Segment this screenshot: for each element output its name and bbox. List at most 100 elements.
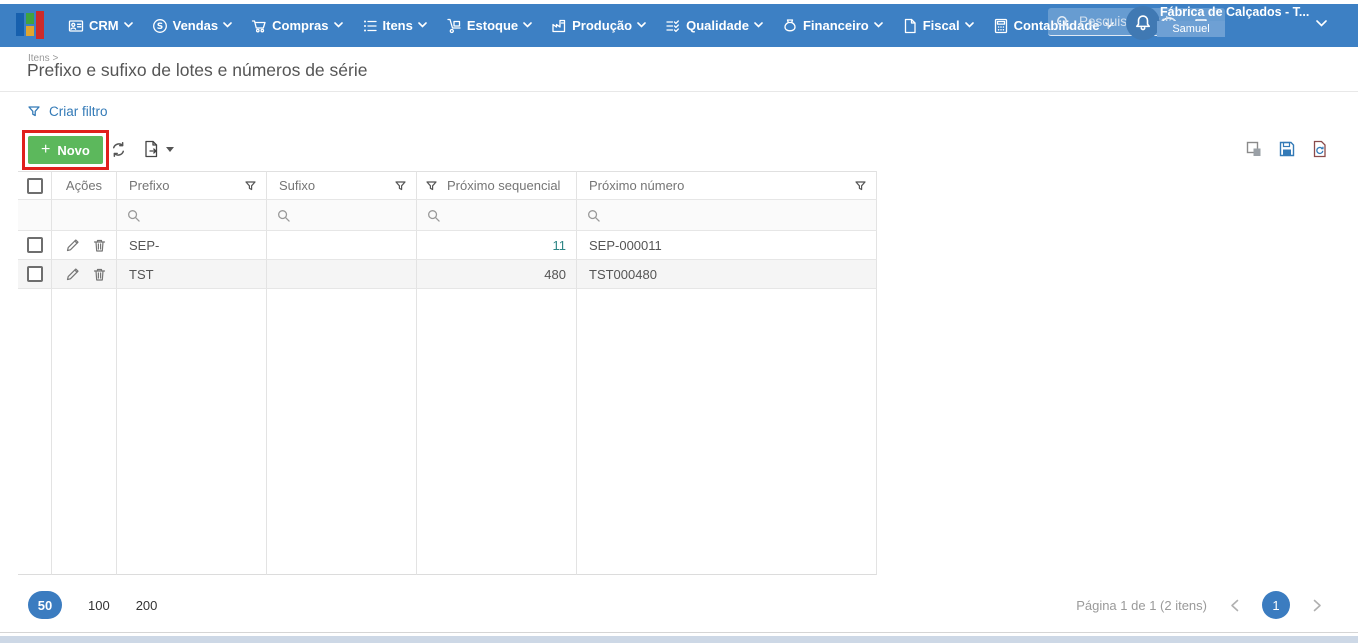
refresh-icon bbox=[110, 141, 127, 158]
horizontal-scrollbar[interactable] bbox=[0, 636, 1358, 643]
page-title: Prefixo e sufixo de lotes e números de s… bbox=[27, 60, 367, 81]
new-button[interactable]: + Novo bbox=[28, 136, 103, 164]
financeiro-icon bbox=[782, 18, 798, 34]
logo-bar-green bbox=[26, 13, 34, 24]
reset-state-button[interactable] bbox=[1311, 140, 1329, 158]
notifications-button[interactable] bbox=[1126, 6, 1160, 40]
column-filter-funnel-icon[interactable] bbox=[855, 181, 866, 191]
user-menu-chevron-down-icon[interactable] bbox=[1316, 20, 1327, 28]
cell-prefixo: SEP- bbox=[117, 231, 267, 260]
column-header-acoes: Ações bbox=[52, 171, 117, 200]
filter-input-prefixo[interactable] bbox=[117, 200, 267, 231]
table-row-checkbox-cell bbox=[18, 260, 52, 289]
plus-icon: + bbox=[41, 141, 50, 159]
logo-bar-yellow bbox=[26, 26, 34, 36]
menu-compras[interactable]: Compras bbox=[251, 18, 342, 34]
create-filter-link[interactable]: Criar filtro bbox=[28, 104, 108, 119]
user-name: Samuel bbox=[1172, 23, 1209, 35]
menu-label: Financeiro bbox=[803, 18, 869, 33]
fiscal-icon bbox=[902, 18, 918, 34]
menu-producao[interactable]: Produção bbox=[551, 18, 646, 34]
company-name: Fábrica de Calçados - T... bbox=[1160, 5, 1309, 19]
app-logo[interactable] bbox=[16, 10, 46, 41]
logo-bar-blue bbox=[16, 13, 24, 36]
select-all-cell bbox=[18, 171, 52, 200]
search-icon bbox=[277, 209, 290, 222]
chevron-down-icon bbox=[124, 22, 133, 29]
refresh-button[interactable] bbox=[110, 141, 127, 158]
edit-button[interactable] bbox=[65, 238, 80, 253]
user-menu[interactable]: Fábrica de Calçados - T... Samuel bbox=[1160, 5, 1309, 19]
save-state-button[interactable] bbox=[1278, 140, 1296, 158]
menu-label: Itens bbox=[383, 18, 413, 33]
menu-label: Estoque bbox=[467, 18, 518, 33]
chevron-down-icon bbox=[874, 22, 883, 29]
pager-info: Página 1 de 1 (2 itens) bbox=[1076, 598, 1207, 613]
column-chooser-button[interactable] bbox=[1245, 140, 1263, 158]
page-size-50[interactable]: 50 bbox=[28, 591, 62, 619]
table-row-actions bbox=[52, 260, 117, 289]
compras-icon bbox=[251, 18, 267, 34]
chevron-down-icon bbox=[754, 22, 763, 29]
menu-label: Fiscal bbox=[923, 18, 960, 33]
bottom-divider bbox=[0, 632, 1358, 633]
column-header-proximo-sequencial[interactable]: Próximo sequencial bbox=[417, 171, 577, 200]
search-icon bbox=[127, 209, 140, 222]
menu-label: Produção bbox=[572, 18, 632, 33]
cell-sufixo bbox=[267, 231, 417, 260]
page-number-button[interactable]: 1 bbox=[1262, 591, 1290, 619]
menu-qualidade[interactable]: Qualidade bbox=[665, 18, 763, 34]
row-checkbox[interactable] bbox=[27, 237, 43, 253]
cell-proximo-numero: TST000480 bbox=[577, 260, 877, 289]
row-checkbox[interactable] bbox=[27, 266, 43, 282]
cell-proximo-sequencial: 11 bbox=[417, 231, 577, 260]
grid-empty-area bbox=[52, 289, 117, 575]
filter-input-sufixo[interactable] bbox=[267, 200, 417, 231]
filter-input-proximo-sequencial[interactable] bbox=[417, 200, 577, 231]
menu-itens[interactable]: Itens bbox=[362, 18, 427, 34]
grid-empty-area bbox=[117, 289, 267, 575]
create-filter-label: Criar filtro bbox=[49, 104, 108, 119]
chevron-down-icon bbox=[637, 22, 646, 29]
column-filter-funnel-icon[interactable] bbox=[245, 181, 256, 191]
column-filter-funnel-icon[interactable] bbox=[395, 181, 406, 191]
grid-empty-area bbox=[18, 289, 52, 575]
search-icon bbox=[427, 209, 440, 222]
column-chooser-icon bbox=[1245, 140, 1263, 158]
table-row-checkbox-cell bbox=[18, 231, 52, 260]
menu-estoque[interactable]: Estoque bbox=[446, 18, 532, 34]
annotation-red-box: + Novo bbox=[22, 130, 109, 170]
export-button[interactable] bbox=[143, 140, 174, 158]
page-size-200[interactable]: 200 bbox=[136, 598, 158, 613]
crm-icon bbox=[68, 18, 84, 34]
svg-text:S: S bbox=[156, 22, 162, 32]
menu-financeiro[interactable]: Financeiro bbox=[782, 18, 883, 34]
delete-button[interactable] bbox=[92, 267, 107, 282]
grid-empty-area bbox=[417, 289, 577, 575]
delete-button[interactable] bbox=[92, 238, 107, 253]
chevron-down-icon bbox=[223, 22, 232, 29]
edit-button[interactable] bbox=[65, 267, 80, 282]
column-header-prefixo[interactable]: Prefixo bbox=[117, 171, 267, 200]
menu-crm[interactable]: CRM bbox=[68, 18, 133, 34]
chevron-left-icon bbox=[1230, 599, 1239, 612]
column-filter-funnel-icon[interactable] bbox=[426, 181, 437, 191]
select-all-checkbox[interactable] bbox=[27, 178, 43, 194]
grid-tools bbox=[1245, 140, 1329, 158]
menu-vendas[interactable]: S Vendas bbox=[152, 18, 233, 34]
filter-input-proximo-numero[interactable] bbox=[577, 200, 877, 231]
bell-icon bbox=[1134, 14, 1152, 32]
vendas-icon: S bbox=[152, 18, 168, 34]
pager: Página 1 de 1 (2 itens) 1 bbox=[1076, 591, 1322, 619]
page-size-100[interactable]: 100 bbox=[88, 598, 110, 613]
menu-label: Vendas bbox=[173, 18, 219, 33]
menu-fiscal[interactable]: Fiscal bbox=[902, 18, 974, 34]
column-header-proximo-numero[interactable]: Próximo número bbox=[577, 171, 877, 200]
producao-icon bbox=[551, 18, 567, 34]
next-page-button[interactable] bbox=[1313, 599, 1322, 612]
menu-label: Qualidade bbox=[686, 18, 749, 33]
column-header-sufixo[interactable]: Sufixo bbox=[267, 171, 417, 200]
prev-page-button[interactable] bbox=[1230, 599, 1239, 612]
user-name-chip: Samuel bbox=[1157, 21, 1225, 37]
menu-label: Compras bbox=[272, 18, 328, 33]
